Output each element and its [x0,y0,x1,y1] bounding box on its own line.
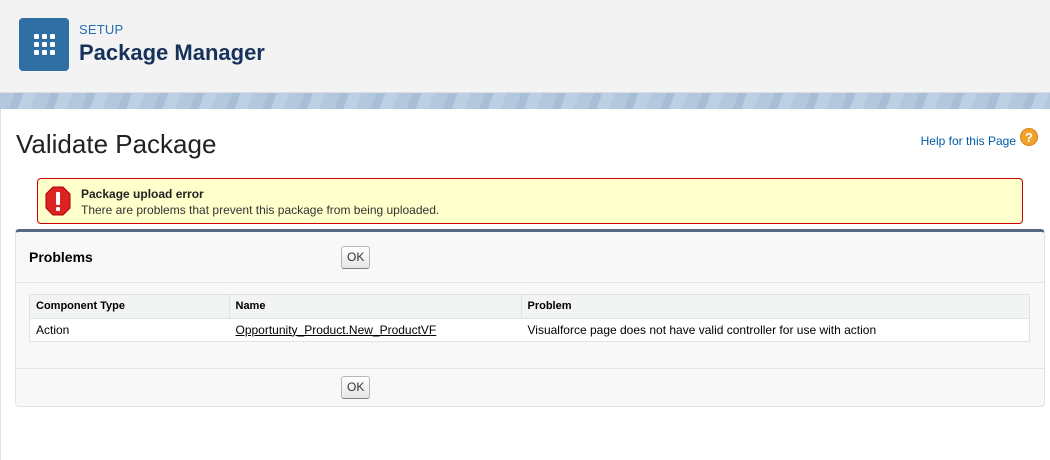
column-header-component-type[interactable]: Component Type [30,295,230,319]
help-icon[interactable]: ? [1020,128,1038,146]
help-link[interactable]: Help for this Page [921,134,1016,148]
error-message: There are problems that prevent this pac… [81,203,440,217]
column-header-name[interactable]: Name [229,295,522,319]
problems-section: Problems OK Component Type Name Problem … [15,229,1045,407]
header-title: Package Manager [79,40,265,65]
app-launcher-grid-icon[interactable] [19,18,69,71]
component-name-link[interactable]: Opportunity_Product.New_ProductVF [236,323,437,337]
divider [16,282,1044,283]
cell-problem: Visualforce page does not have valid con… [521,318,1029,341]
section-title: Problems [29,249,93,265]
page-title: Validate Package [16,129,217,159]
error-title: Package upload error [81,187,204,201]
error-message-box: Package upload error There are problems … [37,178,1023,224]
problems-table: Component Type Name Problem Action Oppor… [29,294,1030,342]
ok-button-bottom[interactable]: OK [341,376,371,399]
cell-name: Opportunity_Product.New_ProductVF [229,318,522,341]
breadcrumb[interactable]: SETUP [79,22,123,37]
cell-component-type: Action [30,318,230,341]
ok-button-top[interactable]: OK [341,246,371,269]
decorative-banner [0,93,1050,109]
error-exclamation-icon [45,186,71,216]
table-row: Action Opportunity_Product.New_ProductVF… [30,318,1029,341]
page-header: SETUP Package Manager [0,0,1050,93]
divider [16,368,1044,369]
column-header-problem[interactable]: Problem [521,295,1029,319]
table-header-row: Component Type Name Problem [30,295,1029,319]
main-content: Validate Package Help for this Page ? Pa… [0,109,1050,460]
